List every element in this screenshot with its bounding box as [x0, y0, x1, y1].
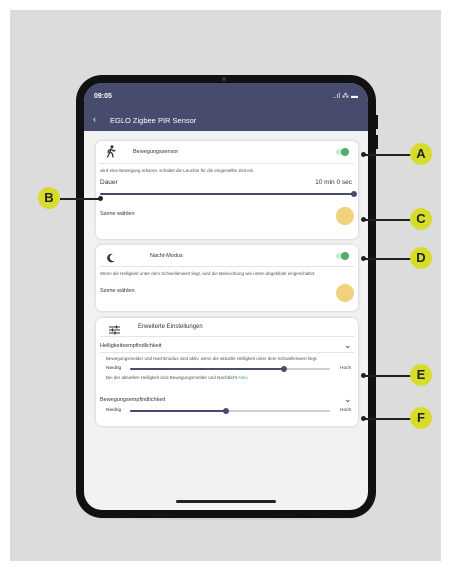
callout-e: E [410, 364, 432, 386]
motion-sensitivity-title: Bewegungsempfindlichkeit [100, 397, 166, 403]
chevron-down-icon[interactable]: ⌄ [344, 394, 352, 405]
divider [100, 266, 354, 267]
side-button [376, 115, 378, 129]
callout-f: F [410, 407, 432, 429]
callout-dot [361, 416, 366, 421]
motion-sensitivity-high-label: Hoch [340, 408, 352, 413]
night-mode-toggle[interactable] [336, 252, 349, 260]
walking-person-icon [105, 145, 117, 163]
motion-sensor-description: wird eine Bewegung erkannt, schaltet die… [100, 168, 254, 173]
callout-line [363, 375, 411, 377]
status-bar: 09:05 ..ıl ⁂ ▬ [84, 83, 368, 109]
status-icons: ..ıl ⁂ ▬ [332, 93, 358, 100]
scene-select-label: Szene wählen [100, 288, 135, 294]
duration-slider-fill [100, 193, 354, 195]
callout-dot [361, 152, 366, 157]
motion-sensor-title: Bewegungssensor [133, 149, 179, 155]
nav-bar: ‹ EGLO Zigbee PIR Sensor [84, 109, 368, 131]
night-mode-card: Nacht-Modus Wenn die Helligkeit unter de… [96, 245, 358, 311]
tablet-frame: 09:05 ..ıl ⁂ ▬ ‹ EGLO Zigbee PIR Sensor … [76, 75, 378, 518]
back-arrow-icon[interactable]: ‹ [93, 114, 96, 124]
callout-a: A [410, 143, 432, 165]
sliders-icon [109, 322, 120, 340]
duration-slider[interactable] [100, 191, 357, 197]
scene-select-button[interactable] [336, 207, 354, 225]
chevron-down-icon[interactable]: ⌄ [344, 340, 352, 351]
camera-dot [222, 77, 226, 81]
motion-sensor-card: Bewegungssensor wird eine Bewegung erkan… [96, 141, 358, 239]
advanced-settings-card: Erweiterte Einstellungen Helligkeitsempf… [96, 318, 358, 426]
brightness-slider-fill [130, 368, 284, 370]
motion-sensitivity-slider[interactable] [130, 408, 330, 414]
home-indicator[interactable] [176, 500, 276, 503]
night-mode-description: Wenn die Helligkeit unter dem Schwellenw… [100, 271, 316, 276]
page-title: EGLO Zigbee PIR Sensor [110, 116, 197, 125]
motion-sensor-toggle[interactable] [336, 148, 349, 156]
callout-line [363, 258, 411, 260]
duration-slider-thumb[interactable] [351, 191, 357, 197]
divider [100, 352, 354, 353]
duration-value: 10 min 0 sec [315, 179, 352, 186]
callout-c: C [410, 208, 432, 230]
brightness-description: Bewegungsmelder und Nachtmodus sind akti… [106, 356, 318, 361]
motion-sensitivity-low-label: Niedrig [106, 408, 122, 413]
callout-d: D [410, 247, 432, 269]
brightness-high-label: Hoch [340, 366, 352, 371]
brightness-status-text: Bei der aktuellen Helligkeit sind Bewegu… [106, 375, 237, 380]
callout-b: B [38, 187, 60, 209]
callout-line [363, 154, 411, 156]
callout-dot [98, 196, 103, 201]
callout-dot [361, 217, 366, 222]
brightness-sensitivity-title: Helligkeitsempfindlichkeit [100, 343, 162, 349]
callout-line [60, 198, 100, 200]
scene-select-button[interactable] [336, 284, 354, 302]
callout-dot [361, 256, 366, 261]
scene-select-label: Szene wählen [100, 211, 135, 217]
duration-label: Dauer [100, 179, 118, 186]
brightness-status: Bei der aktuellen Helligkeit sind Bewegu… [106, 375, 248, 380]
callout-dot [361, 373, 366, 378]
divider [100, 163, 354, 164]
brightness-low-label: Niedrig [106, 366, 122, 371]
brightness-slider-thumb[interactable] [281, 366, 287, 372]
brightness-slider[interactable] [130, 366, 330, 372]
status-time: 09:05 [94, 93, 112, 100]
side-button [376, 135, 378, 149]
screen: 09:05 ..ıl ⁂ ▬ ‹ EGLO Zigbee PIR Sensor … [84, 83, 368, 510]
callout-line [363, 418, 411, 420]
divider [100, 336, 354, 337]
brightness-status-active: Aktiv [237, 375, 248, 380]
callout-line [363, 219, 411, 221]
motion-sensitivity-slider-thumb[interactable] [223, 408, 229, 414]
motion-sensitivity-slider-fill [130, 410, 226, 412]
advanced-settings-title: Erweiterte Einstellungen [138, 324, 203, 330]
night-mode-title: Nacht-Modus [150, 253, 183, 259]
